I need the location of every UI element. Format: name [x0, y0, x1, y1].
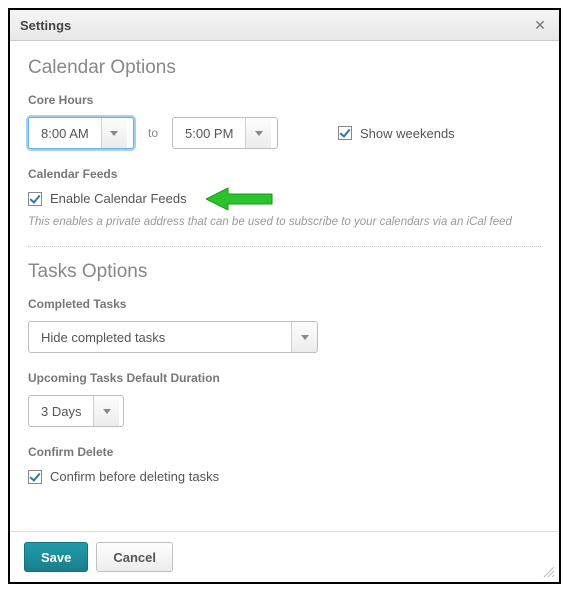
- dialog-footer: Save Cancel: [10, 531, 559, 582]
- settings-dialog: Settings ✕ Calendar Options Core Hours 8…: [8, 8, 561, 584]
- upcoming-duration-label: Upcoming Tasks Default Duration: [28, 371, 541, 385]
- show-weekends-checkbox[interactable]: [338, 126, 352, 140]
- enable-feeds-checkbox[interactable]: [28, 192, 42, 206]
- dialog-title: Settings: [20, 18, 71, 33]
- save-button[interactable]: Save: [24, 542, 88, 572]
- upcoming-duration-value: 3 Days: [29, 396, 93, 426]
- tasks-options-heading: Tasks Options: [28, 261, 541, 283]
- completed-tasks-label: Completed Tasks: [28, 297, 541, 311]
- resize-grip-icon[interactable]: [541, 564, 555, 578]
- upcoming-duration-block: Upcoming Tasks Default Duration 3 Days: [28, 371, 541, 427]
- dialog-content: Calendar Options Core Hours 8:00 AM to 5…: [10, 41, 559, 531]
- chevron-down-icon[interactable]: [291, 322, 317, 352]
- confirm-delete-row: Confirm before deleting tasks: [28, 469, 541, 484]
- core-to-text: to: [144, 126, 162, 140]
- core-start-value: 8:00 AM: [29, 118, 101, 148]
- chevron-down-icon[interactable]: [101, 118, 127, 148]
- completed-tasks-block: Completed Tasks Hide completed tasks: [28, 297, 541, 353]
- feeds-hint: This enables a private address that can …: [28, 216, 541, 228]
- close-icon[interactable]: ✕: [531, 16, 549, 34]
- chevron-down-icon[interactable]: [93, 396, 119, 426]
- calendar-options-heading: Calendar Options: [28, 57, 541, 79]
- annotation-arrow-icon: [206, 184, 276, 214]
- confirm-delete-block: Confirm Delete Confirm before deleting t…: [28, 445, 541, 484]
- show-weekends-label: Show weekends: [360, 126, 455, 141]
- enable-feeds-label: Enable Calendar Feeds: [50, 191, 187, 206]
- core-hours-row: 8:00 AM to 5:00 PM Show weekends: [28, 117, 541, 149]
- calendar-feeds-label: Calendar Feeds: [28, 167, 541, 181]
- core-end-select[interactable]: 5:00 PM: [172, 117, 278, 149]
- enable-feeds-row: Enable Calendar Feeds: [28, 191, 541, 206]
- core-start-select[interactable]: 8:00 AM: [28, 117, 134, 149]
- chevron-down-icon[interactable]: [245, 118, 271, 148]
- core-end-value: 5:00 PM: [173, 118, 245, 148]
- show-weekends-row: Show weekends: [338, 126, 455, 141]
- cancel-button[interactable]: Cancel: [96, 542, 173, 572]
- upcoming-duration-select[interactable]: 3 Days: [28, 395, 124, 427]
- confirm-delete-checkbox[interactable]: [28, 470, 42, 484]
- confirm-delete-label: Confirm Delete: [28, 445, 541, 459]
- core-hours-label: Core Hours: [28, 93, 541, 107]
- completed-tasks-value: Hide completed tasks: [29, 322, 291, 352]
- completed-tasks-select[interactable]: Hide completed tasks: [28, 321, 318, 353]
- confirm-delete-text: Confirm before deleting tasks: [50, 469, 219, 484]
- divider: [28, 246, 541, 247]
- titlebar: Settings ✕: [10, 10, 559, 41]
